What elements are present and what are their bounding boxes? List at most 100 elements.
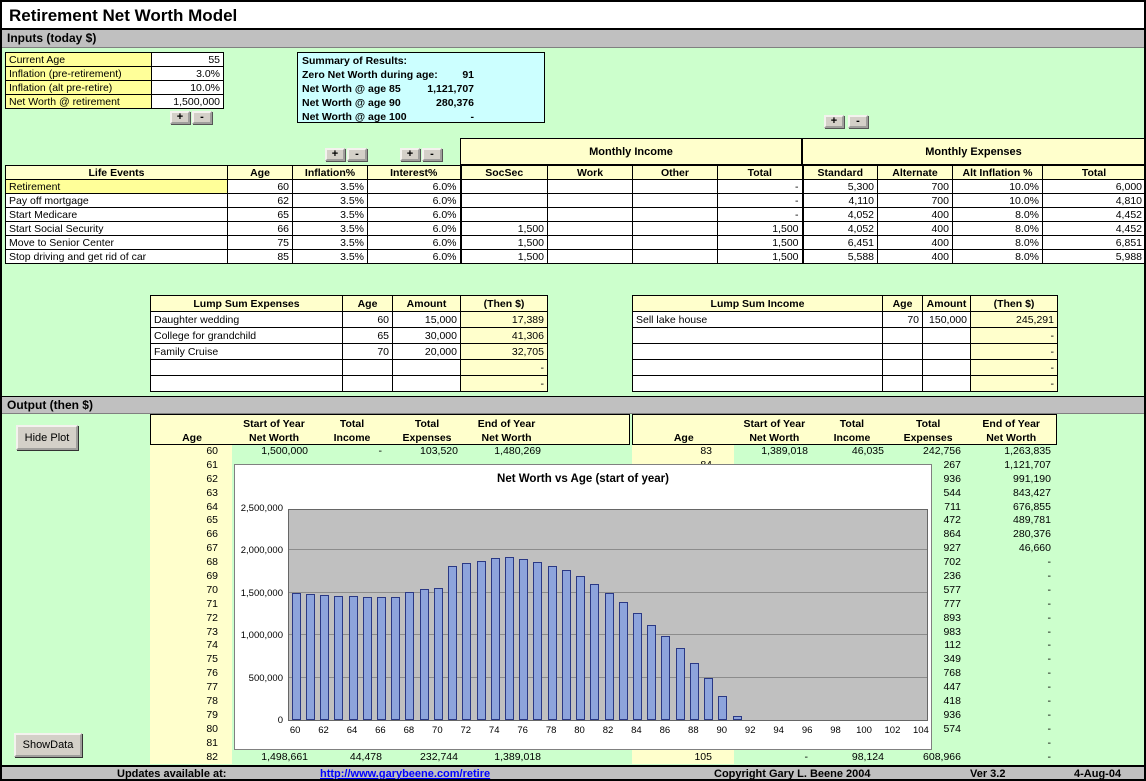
life-event-value[interactable]: 6,851 <box>1043 236 1146 250</box>
life-event-value[interactable]: 4,052 <box>803 222 878 236</box>
amount-cell[interactable]: - <box>971 328 1058 344</box>
amount-cell[interactable] <box>923 360 971 376</box>
life-event-value[interactable]: 8.0% <box>953 250 1043 264</box>
input-value[interactable]: 1,500,000 <box>152 95 224 109</box>
amount-cell[interactable]: 70 <box>343 344 393 360</box>
input-value[interactable]: 3.0% <box>152 67 224 81</box>
lump-expense-name[interactable]: Daughter wedding <box>151 312 343 328</box>
life-event-value[interactable]: 66 <box>228 222 293 236</box>
life-event-value[interactable]: 6.0% <box>368 222 461 236</box>
lump-expense-name[interactable] <box>151 360 343 376</box>
life-event-value[interactable]: 62 <box>228 194 293 208</box>
amount-cell[interactable]: 65 <box>343 328 393 344</box>
life-event-value[interactable] <box>633 208 718 222</box>
life-event-name[interactable]: Retirement <box>6 180 228 194</box>
life-event-value[interactable]: 6,000 <box>1043 180 1146 194</box>
life-event-value[interactable]: 400 <box>878 236 953 250</box>
life-event-value[interactable]: 60 <box>228 180 293 194</box>
amount-cell[interactable]: 15,000 <box>393 312 461 328</box>
amount-cell[interactable]: 60 <box>343 312 393 328</box>
life-event-value[interactable]: 3.5% <box>293 236 368 250</box>
inputs-collapse-button[interactable]: - <box>192 111 212 124</box>
life-event-value[interactable] <box>548 180 633 194</box>
life-event-value[interactable]: 1,500 <box>461 250 548 264</box>
inputs-expand-button[interactable]: + <box>170 111 190 124</box>
life-event-value[interactable] <box>461 208 548 222</box>
amount-cell[interactable] <box>393 376 461 392</box>
life-event-value[interactable]: 4,110 <box>803 194 878 208</box>
amount-cell[interactable]: 17,389 <box>461 312 548 328</box>
life-event-value[interactable]: 3.5% <box>293 208 368 222</box>
expenses-group-collapse-button[interactable]: - <box>848 115 868 128</box>
life-event-value[interactable]: 1,500 <box>461 222 548 236</box>
life-event-value[interactable]: 10.0% <box>953 180 1043 194</box>
life-event-value[interactable]: 6.0% <box>368 194 461 208</box>
amount-cell[interactable]: 150,000 <box>923 312 971 328</box>
networth-chart[interactable]: Net Worth vs Age (start of year) 0500,00… <box>234 464 932 750</box>
life-event-value[interactable] <box>548 208 633 222</box>
lump-expense-name[interactable] <box>151 376 343 392</box>
amount-cell[interactable]: - <box>971 376 1058 392</box>
inflation-expand-button[interactable]: + <box>325 148 345 161</box>
life-event-value[interactable]: 5,300 <box>803 180 878 194</box>
life-event-value[interactable]: 85 <box>228 250 293 264</box>
life-event-value[interactable] <box>633 222 718 236</box>
life-event-value[interactable] <box>633 250 718 264</box>
life-event-value[interactable] <box>633 236 718 250</box>
life-event-value[interactable]: 4,810 <box>1043 194 1146 208</box>
lump-income-name[interactable]: Sell lake house <box>633 312 883 328</box>
life-event-value[interactable]: 400 <box>878 222 953 236</box>
life-event-value[interactable]: 1,500 <box>718 250 803 264</box>
amount-cell[interactable]: 32,705 <box>461 344 548 360</box>
life-event-value[interactable]: - <box>718 194 803 208</box>
life-event-value[interactable]: 1,500 <box>718 236 803 250</box>
input-value[interactable]: 10.0% <box>152 81 224 95</box>
amount-cell[interactable]: - <box>461 360 548 376</box>
amount-cell[interactable] <box>393 360 461 376</box>
life-event-value[interactable]: 6,451 <box>803 236 878 250</box>
amount-cell[interactable] <box>883 360 923 376</box>
life-event-value[interactable]: 5,988 <box>1043 250 1146 264</box>
input-value[interactable]: 55 <box>152 53 224 67</box>
life-event-value[interactable]: 3.5% <box>293 222 368 236</box>
lump-income-name[interactable] <box>633 360 883 376</box>
life-event-value[interactable] <box>633 194 718 208</box>
expenses-group-expand-button[interactable]: + <box>824 115 844 128</box>
amount-cell[interactable]: - <box>461 376 548 392</box>
life-event-value[interactable]: 4,452 <box>1043 222 1146 236</box>
life-event-value[interactable]: 700 <box>878 194 953 208</box>
life-event-value[interactable]: 8.0% <box>953 208 1043 222</box>
life-event-value[interactable]: 3.5% <box>293 194 368 208</box>
life-event-value[interactable] <box>548 194 633 208</box>
updates-link[interactable]: http://www.garybeene.com/retire <box>320 768 490 780</box>
life-event-value[interactable]: 1,500 <box>718 222 803 236</box>
show-data-button[interactable]: ShowData <box>14 733 82 757</box>
amount-cell[interactable]: 30,000 <box>393 328 461 344</box>
life-event-value[interactable]: 6.0% <box>368 236 461 250</box>
amount-cell[interactable]: - <box>971 344 1058 360</box>
amount-cell[interactable] <box>923 344 971 360</box>
life-event-value[interactable]: 8.0% <box>953 236 1043 250</box>
life-event-value[interactable]: 65 <box>228 208 293 222</box>
lump-expense-name[interactable]: College for grandchild <box>151 328 343 344</box>
inflation-collapse-button[interactable]: - <box>347 148 367 161</box>
lump-expense-name[interactable]: Family Cruise <box>151 344 343 360</box>
life-event-value[interactable] <box>548 236 633 250</box>
interest-expand-button[interactable]: + <box>400 148 420 161</box>
life-event-value[interactable]: 700 <box>878 180 953 194</box>
life-event-value[interactable] <box>461 180 548 194</box>
life-event-value[interactable]: - <box>718 180 803 194</box>
life-event-value[interactable] <box>548 222 633 236</box>
amount-cell[interactable] <box>883 328 923 344</box>
amount-cell[interactable]: 41,306 <box>461 328 548 344</box>
life-event-value[interactable]: 4,452 <box>1043 208 1146 222</box>
life-event-value[interactable]: 75 <box>228 236 293 250</box>
amount-cell[interactable] <box>883 376 923 392</box>
interest-collapse-button[interactable]: - <box>422 148 442 161</box>
life-event-value[interactable]: 6.0% <box>368 208 461 222</box>
amount-cell[interactable]: 20,000 <box>393 344 461 360</box>
hide-plot-button[interactable]: Hide Plot <box>16 425 78 450</box>
amount-cell[interactable]: - <box>971 360 1058 376</box>
life-event-value[interactable]: 400 <box>878 250 953 264</box>
life-event-name[interactable]: Pay off mortgage <box>6 194 228 208</box>
